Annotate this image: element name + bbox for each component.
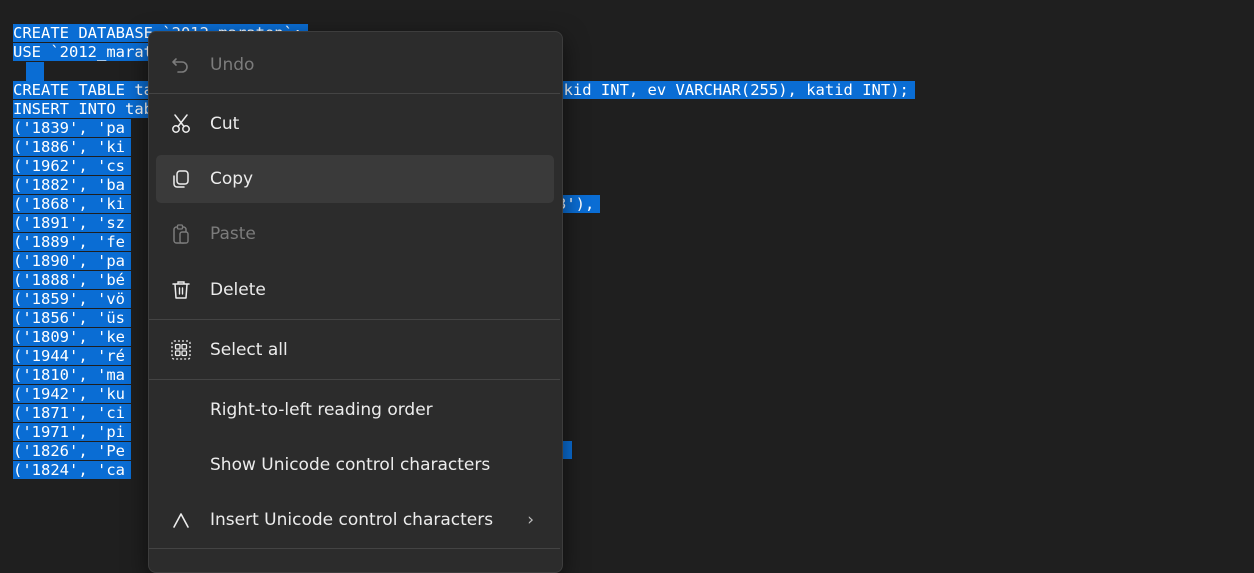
code-line: ('1868', 'ki [13,195,131,214]
code-text: ('1886', 'ki [13,138,131,156]
trash-icon [170,279,192,301]
context-menu: Undo Cut Copy Paste Delete Select all Ri [148,31,563,573]
menu-item-show-unicode[interactable]: Show Unicode control characters [156,441,554,489]
code-line: ('1882', 'ba [13,176,131,195]
code-line-fragment: 3'), [557,195,601,214]
code-text: ('1809', 'ke [13,328,131,346]
code-text: ('1824', 'ca [13,461,131,479]
code-line: ('1889', 'fe [13,233,131,252]
menu-item-copy[interactable]: Copy [156,155,554,203]
code-text: ('1944', 'ré [13,347,131,365]
select-all-icon [170,339,192,361]
menu-label-select-all: Select all [210,340,288,360]
menu-item-undo[interactable]: Undo [156,41,554,89]
code-text: ('1859', 'vö [13,290,131,308]
copy-icon [170,168,192,190]
menu-label-undo: Undo [210,55,255,75]
menu-separator [149,93,560,94]
code-text: ('1889', 'fe [13,233,131,251]
menu-separator [149,319,560,320]
menu-label-rtl: Right-to-left reading order [210,400,433,420]
code-text: ('1962', 'cs [13,157,131,175]
paste-icon [170,223,192,245]
menu-label-show-unicode: Show Unicode control characters [210,455,491,475]
code-line: ('1971', 'pi [13,423,131,442]
menu-label-copy: Copy [210,169,254,189]
menu-separator [149,379,560,380]
code-text: ('1891', 'sz [13,214,131,232]
code-line: ('1886', 'ki [13,138,131,157]
code-line: ('1871', 'ci [13,404,131,423]
code-line: ('1826', 'Pe [13,442,131,461]
code-text: ('1888', 'bé [13,271,131,289]
menu-item-select-all[interactable]: Select all [156,326,554,374]
menu-separator [149,548,560,549]
menu-item-delete[interactable]: Delete [156,266,554,314]
menu-label-insert-unicode: Insert Unicode control characters [210,510,494,530]
menu-label-paste: Paste [210,224,256,244]
unicode-insert-icon [170,509,192,531]
code-line: ('1944', 'ré [13,347,131,366]
menu-item-rtl-reading-order[interactable]: Right-to-left reading order [156,386,554,434]
menu-label-cut: Cut [210,114,240,134]
code-line: ('1891', 'sz [13,214,131,233]
menu-item-cut[interactable]: Cut [156,100,554,148]
code-line: ('1839', 'pa [13,119,131,138]
undo-icon [170,54,192,76]
scissors-icon [170,113,192,135]
code-text: ('1826', 'Pe [13,442,131,460]
code-text: ('1971', 'pi [13,423,131,441]
code-line: ('1859', 'vö [13,290,131,309]
menu-label-delete: Delete [210,280,266,300]
code-text: ('1942', 'ku [13,385,131,403]
code-text: ('1810', 'ma [13,366,131,384]
chevron-right-icon: › [527,510,534,530]
code-line: ('1809', 'ke [13,328,131,347]
code-text: ('1839', 'pa [13,119,131,137]
code-text: ('1856', 'üs [13,309,131,327]
menu-item-paste[interactable]: Paste [156,210,554,258]
menu-item-insert-unicode[interactable]: Insert Unicode control characters › [156,496,554,544]
code-line: ('1856', 'üs [13,309,131,328]
code-line: ('1810', 'ma [13,366,131,385]
empty-line-selection [26,62,44,81]
code-line: ('1942', 'ku [13,385,131,404]
code-text: 3'), [557,195,601,213]
code-text: ('1890', 'pa [13,252,131,270]
code-line: ('1962', 'cs [13,157,131,176]
code-line: ('1824', 'ca [13,461,131,480]
code-line: ('1890', 'pa [13,252,131,271]
code-line: ('1888', 'bé [13,271,131,290]
code-text: ('1882', 'ba [13,176,131,194]
code-text: ('1871', 'ci [13,404,131,422]
code-text: ('1868', 'ki [13,195,131,213]
